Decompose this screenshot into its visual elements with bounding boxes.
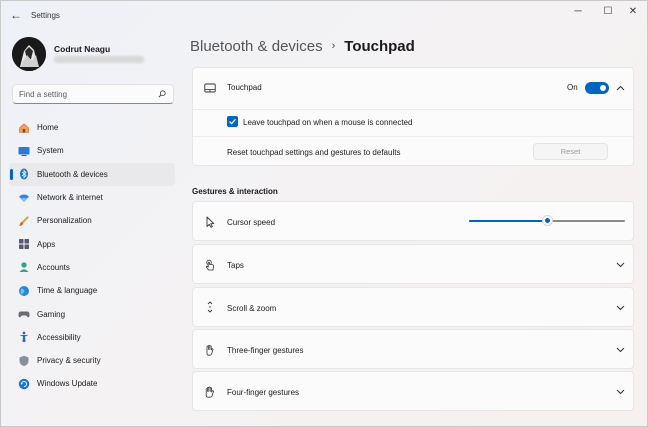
scroll-zoom-label: Scroll & zoom — [227, 304, 277, 313]
chevron-down-icon[interactable] — [616, 305, 625, 311]
slider-fill — [469, 220, 547, 222]
divider — [193, 136, 633, 137]
three-finger-icon — [206, 344, 214, 356]
sidebar-item-label: Privacy & security — [37, 356, 101, 366]
sidebar-item-label: System — [37, 146, 64, 156]
cursor-speed-slider[interactable] — [469, 215, 625, 226]
sidebar-item-label: Home — [37, 123, 59, 133]
maximize-button[interactable]: ☐ — [596, 4, 620, 20]
sidebar-item-bluetooth-devices[interactable]: Bluetooth & devices — [9, 162, 175, 186]
divider — [193, 109, 633, 110]
sidebar-item-label: Bluetooth & devices — [37, 169, 108, 179]
reset-touchpad-label: Reset touchpad settings and gestures to … — [227, 148, 401, 157]
sidebar-item-label: Network & internet — [37, 193, 103, 203]
sidebar-item-label: Windows Update — [37, 379, 98, 389]
chevron-down-icon[interactable] — [616, 347, 625, 353]
search-input[interactable] — [19, 88, 154, 101]
sidebar-item-label: Gaming — [37, 309, 66, 319]
sidebar-item-apps[interactable]: Apps — [9, 232, 175, 255]
sidebar-item-accessibility[interactable]: Accessibility — [9, 326, 175, 349]
section-heading-gestures: Gestures & interaction — [192, 187, 278, 196]
leave-touchpad-on-label: Leave touchpad on when a mouse is connec… — [243, 118, 413, 127]
sidebar-item-system[interactable]: System — [9, 139, 175, 162]
touchpad-toggle[interactable] — [585, 82, 609, 94]
four-finger-icon — [205, 386, 214, 398]
three-finger-card[interactable]: Three-finger gestures — [192, 329, 634, 369]
breadcrumb: Bluetooth & devices › Touchpad — [190, 36, 415, 56]
taps-label: Taps — [227, 261, 244, 270]
apps-icon — [18, 238, 30, 250]
home-icon — [18, 122, 30, 134]
search-icon[interactable] — [158, 90, 166, 98]
breadcrumb-separator-icon: › — [331, 40, 336, 52]
slider-thumb[interactable] — [541, 215, 553, 226]
window-title: Settings — [31, 11, 60, 20]
chevron-down-icon[interactable] — [616, 389, 625, 395]
minimize-button[interactable]: ─ — [566, 4, 590, 20]
taps-card[interactable]: Taps — [192, 244, 634, 284]
touchpad-icon — [204, 83, 216, 93]
sidebar-item-privacy-security[interactable]: Privacy & security — [9, 349, 175, 372]
gamepad-icon — [18, 308, 30, 320]
sidebar-item-label: Accessibility — [37, 332, 81, 342]
sidebar-item-personalization[interactable]: Personalization — [9, 209, 175, 232]
avatar-image — [12, 37, 46, 71]
tap-icon — [205, 259, 214, 271]
four-finger-label: Four-finger gestures — [227, 388, 300, 397]
globe-icon — [18, 285, 30, 297]
touchpad-label: Touchpad — [227, 83, 262, 92]
sidebar-item-accounts[interactable]: Accounts — [9, 256, 175, 279]
four-finger-card[interactable]: Four-finger gestures — [192, 371, 634, 411]
close-button[interactable]: ✕ — [621, 4, 645, 20]
sidebar-item-label: Apps — [37, 239, 56, 249]
three-finger-label: Three-finger gestures — [227, 346, 304, 355]
chevron-down-icon[interactable] — [616, 262, 625, 268]
system-icon — [18, 145, 30, 157]
sidebar-item-network[interactable]: Network & internet — [9, 186, 175, 209]
scroll-zoom-card[interactable]: Scroll & zoom — [192, 287, 634, 327]
sidebar-item-windows-update[interactable]: Windows Update — [9, 372, 175, 395]
touchpad-toggle-state: On — [567, 83, 578, 92]
back-button[interactable]: ← — [7, 6, 25, 24]
accounts-icon — [18, 261, 30, 273]
user-name: Codrut Neagu — [54, 44, 111, 54]
chevron-up-icon[interactable] — [616, 85, 625, 91]
cursor-icon — [206, 216, 215, 228]
sidebar-item-label: Accounts — [37, 262, 70, 272]
sidebar-nav: Home System Bluetooth & devices Network … — [9, 116, 175, 396]
update-icon — [18, 378, 30, 390]
sidebar-item-label: Time & language — [37, 286, 98, 296]
bluetooth-icon — [18, 168, 30, 180]
avatar[interactable] — [12, 37, 46, 71]
sidebar-item-label: Personalization — [37, 216, 92, 226]
sidebar-item-gaming[interactable]: Gaming — [9, 302, 175, 325]
sidebar-item-time-language[interactable]: Time & language — [9, 279, 175, 302]
title-bar: ← Settings ─ ☐ ✕ — [1, 1, 647, 31]
accessibility-icon — [18, 331, 30, 343]
breadcrumb-parent-link[interactable]: Bluetooth & devices — [190, 38, 323, 55]
search-box[interactable] — [12, 84, 174, 104]
reset-button[interactable]: Reset — [533, 143, 608, 160]
cursor-speed-label: Cursor speed — [227, 218, 276, 227]
settings-window: ← Settings ─ ☐ ✕ Codrut Neagu Home — [0, 0, 648, 427]
user-email-redacted — [54, 56, 144, 63]
wifi-icon — [18, 192, 30, 204]
shield-icon — [18, 355, 30, 367]
brush-icon — [18, 215, 30, 227]
page-title: Touchpad — [344, 37, 415, 55]
leave-touchpad-on-checkbox[interactable] — [227, 116, 238, 127]
scroll-icon — [207, 301, 213, 313]
sidebar-item-home[interactable]: Home — [9, 116, 175, 139]
touchpad-card: Touchpad On Leave touchpad on when a mou… — [192, 67, 634, 166]
